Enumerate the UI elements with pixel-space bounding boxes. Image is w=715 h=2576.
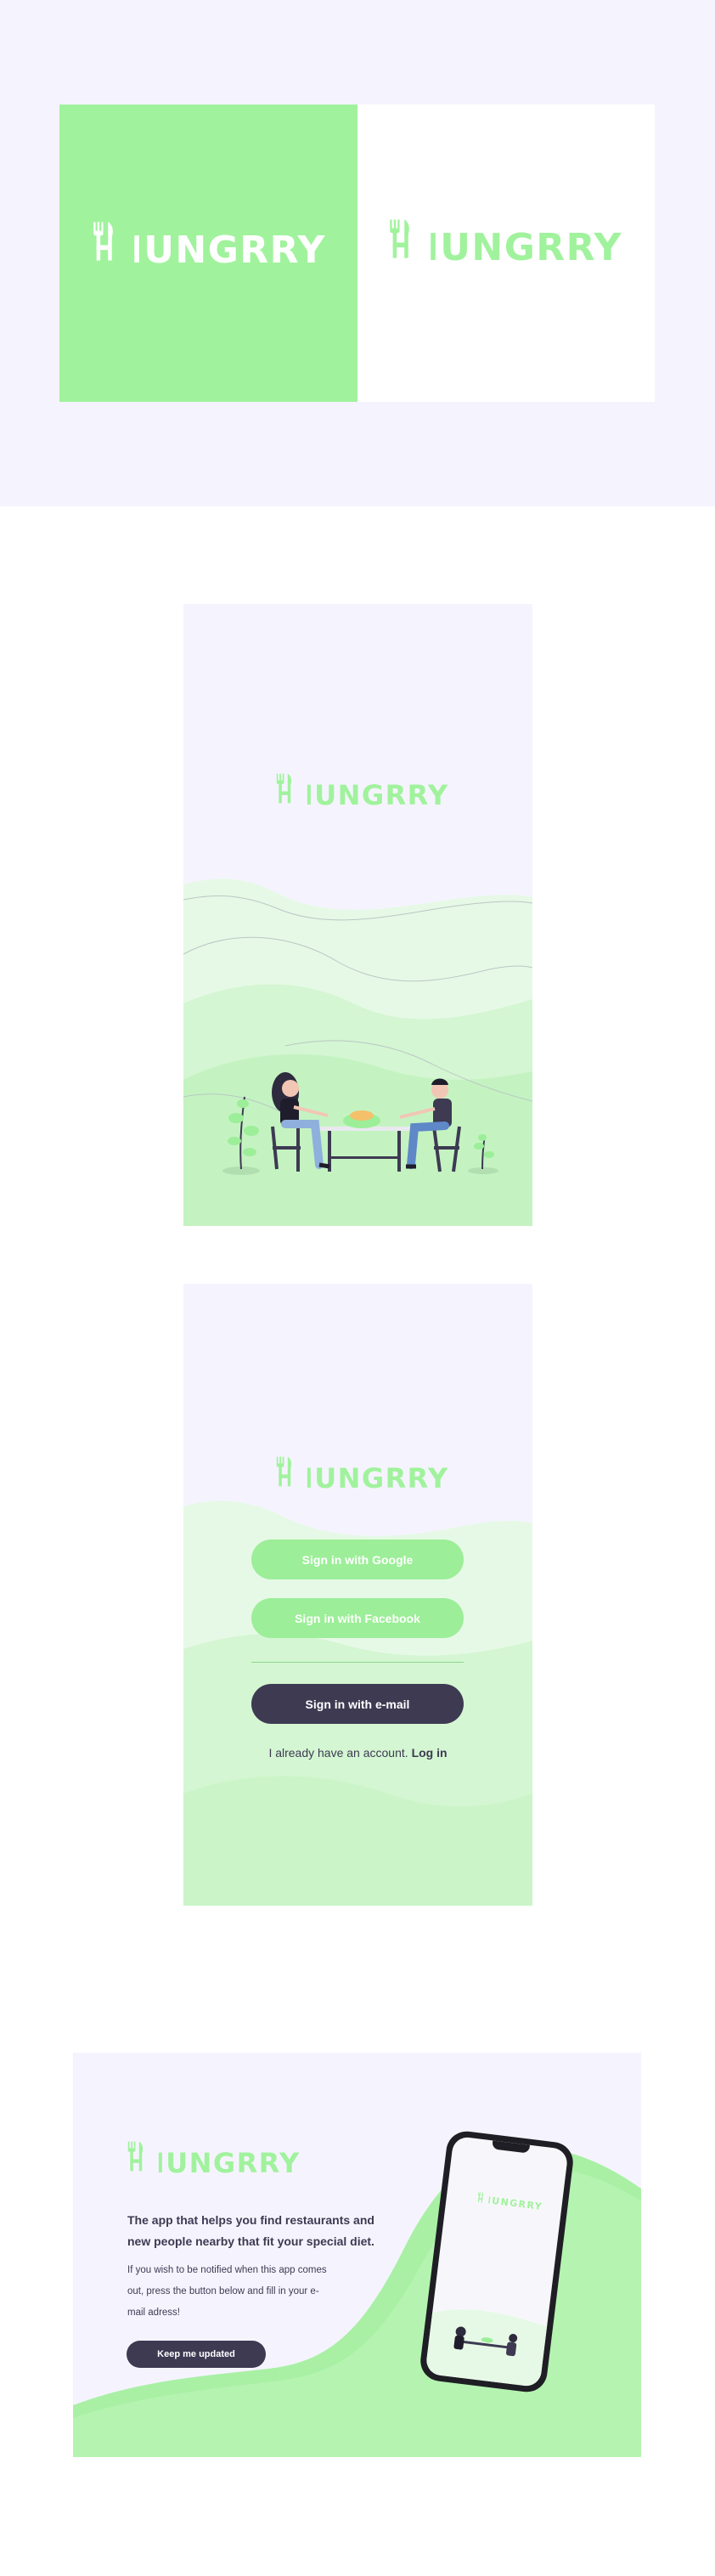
logo-wordmark: HUNGRRY: [142, 2147, 301, 2179]
login-prompt-text: I already have an account.: [268, 1746, 408, 1760]
fork-knife-icon: [93, 222, 113, 261]
keep-me-updated-button[interactable]: Keep me updated: [127, 2341, 266, 2368]
logo-panel-green: HUNGRRY: [59, 105, 358, 402]
phone-illustration: [425, 2309, 548, 2388]
fork-knife-icon: [476, 2191, 484, 2203]
logo: HUNGRRY: [388, 211, 622, 267]
logo-presentation-section: HUNGRRY HUNGRRY: [0, 0, 715, 506]
wave-background: [183, 1500, 532, 1906]
sign-in-facebook-button[interactable]: Sign in with Facebook: [251, 1598, 464, 1638]
logo: HUNGRRY: [127, 2136, 301, 2177]
logo: HUNGRRY: [476, 2190, 543, 2212]
landing-headline: The app that helps you find restaurants …: [127, 2213, 374, 2248]
logo-wordmark: HUNGRRY: [408, 226, 622, 269]
landing-body-text: If you wish to be notified when this app…: [127, 2265, 327, 2318]
divider: [251, 1662, 464, 1663]
fork-knife-icon: [390, 219, 409, 258]
splash-screen: HUNGRRY: [183, 604, 532, 1226]
sign-in-email-button[interactable]: Sign in with e-mail: [251, 1684, 464, 1724]
signin-screen: HUNGRRY Sign in with Google Sign in with…: [183, 1284, 532, 1906]
login-link[interactable]: Log in: [412, 1746, 448, 1760]
couple-dining-illustration: [228, 1072, 494, 1172]
logo-wordmark: HUNGRRY: [481, 2194, 543, 2213]
logo-wordmark: HUNGRRY: [290, 1462, 449, 1494]
login-prompt: I already have an account. Log in: [183, 1746, 532, 1760]
logo-wordmark: HUNGRRY: [111, 229, 326, 272]
logo: HUNGRRY: [92, 213, 326, 269]
sign-in-google-button[interactable]: Sign in with Google: [251, 1539, 464, 1579]
fork-knife-icon: [276, 1456, 292, 1487]
logo-panel-white: HUNGRRY: [358, 105, 655, 402]
landing-page: HUNGRRY The app that helps you find rest…: [73, 2053, 641, 2457]
logo: HUNGRRY: [275, 1451, 449, 1492]
fork-knife-icon: [127, 2141, 144, 2172]
